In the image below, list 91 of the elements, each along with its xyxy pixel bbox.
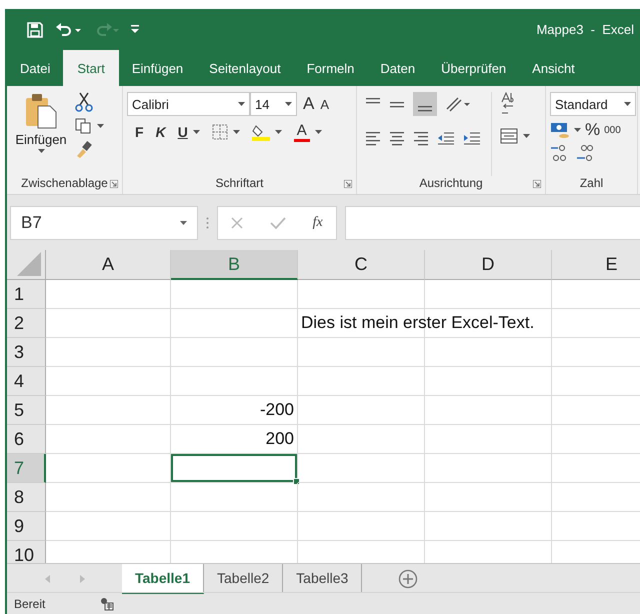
grow-font-button[interactable]: A <box>303 94 314 114</box>
ribbon-tab[interactable]: Daten <box>367 50 428 86</box>
group-label: Zahl <box>580 176 604 190</box>
caret-icon[interactable] <box>238 102 245 106</box>
thousands-button[interactable]: 000 <box>604 124 621 136</box>
column-header[interactable]: D <box>425 250 552 280</box>
brush-icon[interactable] <box>75 140 93 158</box>
insert-function-button[interactable]: fx <box>312 214 323 230</box>
undo-icon[interactable] <box>55 22 81 38</box>
fill-handle[interactable] <box>293 478 300 485</box>
row-header[interactable]: 2 <box>7 309 46 338</box>
cell-text: -200 <box>260 400 294 420</box>
percent-button[interactable]: % <box>585 120 600 140</box>
caret-icon[interactable] <box>38 149 44 153</box>
caret-icon[interactable] <box>624 102 631 106</box>
row-header[interactable]: 10 <box>7 541 46 563</box>
check-icon[interactable] <box>270 216 286 228</box>
column-header[interactable]: C <box>298 250 425 280</box>
row-header[interactable]: 5 <box>7 396 46 425</box>
font-name-field[interactable]: Calibri <box>127 92 250 116</box>
fill-color-icon[interactable] <box>252 123 270 141</box>
paste-button[interactable]: Einfügen <box>11 92 71 176</box>
caret-icon[interactable] <box>97 124 104 128</box>
copy-icon[interactable] <box>75 118 91 134</box>
scissors-icon[interactable] <box>75 92 93 112</box>
underline-button[interactable]: U <box>178 124 188 140</box>
caret-icon[interactable] <box>274 130 282 134</box>
group-label: Ausrichtung <box>419 176 483 190</box>
decrease-indent-icon[interactable] <box>437 130 455 146</box>
row-header[interactable]: 1 <box>7 280 46 309</box>
caret-icon[interactable] <box>285 102 292 106</box>
row-header[interactable]: 7 <box>7 454 46 483</box>
ribbon-tab[interactable]: Datei <box>7 50 64 86</box>
column-header[interactable]: B <box>171 250 298 280</box>
align-right-icon[interactable] <box>413 130 429 146</box>
sheet-tab[interactable]: Tabelle1 <box>122 564 204 594</box>
ribbon-tab[interactable]: Start <box>63 50 119 86</box>
bold-button[interactable]: F <box>135 124 144 140</box>
add-sheet-icon[interactable] <box>398 569 418 589</box>
sheet-tab[interactable]: Tabelle2 <box>204 564 284 592</box>
font-size-field[interactable]: 14 <box>250 92 297 116</box>
clipboard-icon <box>24 92 58 130</box>
caret-icon[interactable] <box>314 130 322 134</box>
column-header[interactable]: A <box>46 250 171 280</box>
launcher-icon[interactable] <box>110 180 118 188</box>
ribbon-tab[interactable]: Seitenlayout <box>196 50 294 86</box>
formula-input[interactable] <box>345 206 640 240</box>
shrink-font-button[interactable]: A <box>320 96 330 112</box>
row-header[interactable]: 6 <box>7 425 46 454</box>
ribbon-tab[interactable]: Einfügen <box>118 50 196 86</box>
italic-button[interactable]: K <box>156 124 166 140</box>
font-color-button[interactable]: A <box>296 122 307 139</box>
row-header[interactable]: 4 <box>7 367 46 396</box>
align-bottom-icon[interactable] <box>413 92 437 116</box>
row-header[interactable]: 8 <box>7 483 46 512</box>
grip-icon <box>206 216 209 228</box>
group-label: Schriftart <box>215 176 264 190</box>
group-label: Zwischenablage <box>21 176 108 190</box>
increase-decimal-icon[interactable] <box>550 144 568 162</box>
column-header[interactable]: E <box>552 250 640 280</box>
increase-indent-icon[interactable] <box>463 130 481 146</box>
caret-icon[interactable] <box>232 130 240 134</box>
merge-cells-icon[interactable] <box>500 128 518 144</box>
align-center-icon[interactable] <box>389 130 405 146</box>
currency-icon[interactable] <box>550 121 570 139</box>
ribbon-tab[interactable]: Ansicht <box>519 50 588 86</box>
macro-record-icon[interactable] <box>100 597 114 611</box>
name-box[interactable]: B7 <box>10 206 198 240</box>
border-icon[interactable] <box>212 124 228 140</box>
ribbon-tab[interactable]: Formeln <box>294 50 368 86</box>
color-bar-icon <box>294 139 310 142</box>
caret-icon[interactable] <box>574 128 581 132</box>
caret-icon[interactable] <box>192 130 200 134</box>
launcher-icon[interactable] <box>344 180 352 188</box>
status-text: Bereit <box>14 597 46 611</box>
launcher-icon[interactable] <box>533 180 541 188</box>
sheet-tab[interactable]: Tabelle3 <box>283 564 362 592</box>
cell-text: 200 <box>266 429 294 449</box>
number-format-field[interactable]: Standard <box>550 92 636 116</box>
customize-icon[interactable] <box>131 25 139 34</box>
align-left-icon[interactable] <box>365 130 381 146</box>
orientation-icon[interactable] <box>445 96 471 112</box>
decrease-decimal-icon[interactable] <box>576 144 594 162</box>
caret-icon[interactable] <box>523 134 530 138</box>
row-header[interactable]: 9 <box>7 512 46 541</box>
save-icon[interactable] <box>27 22 43 38</box>
window-title: Mappe3 - Excel <box>536 22 634 37</box>
row-header[interactable]: 3 <box>7 338 46 367</box>
cell-text: Dies ist mein erster Excel-Text. <box>301 313 534 333</box>
ribbon-tab[interactable]: Überprüfen <box>428 50 520 86</box>
caret-icon[interactable] <box>180 220 187 224</box>
